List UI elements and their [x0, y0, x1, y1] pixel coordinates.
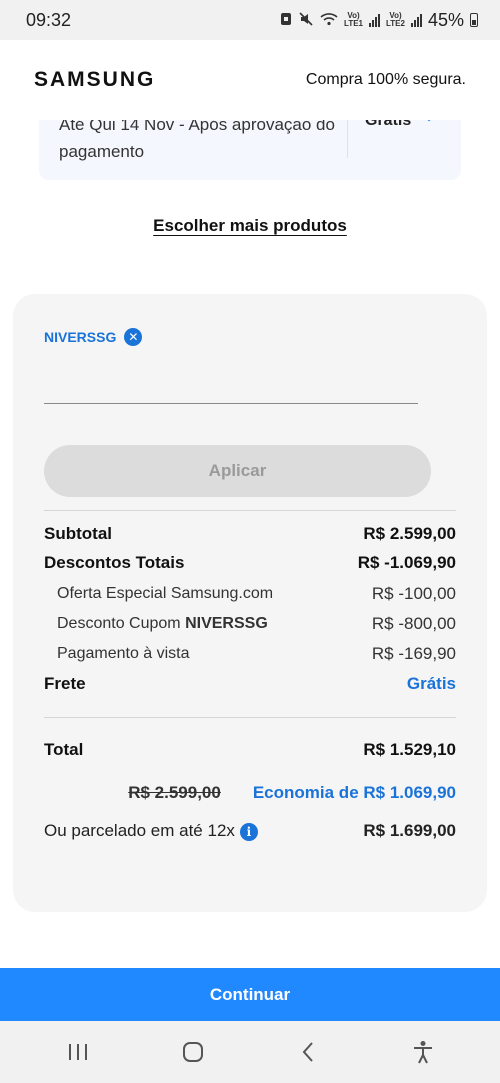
coupon-discount-label: Desconto Cupom NIVERSSG — [44, 615, 268, 633]
mute-icon — [298, 11, 314, 30]
accessibility-icon[interactable] — [403, 1032, 443, 1072]
volte-lte2-icon: Vo) LTE2 — [386, 12, 405, 28]
installments-label-wrap: Ou parcelado em até 12x i — [44, 821, 258, 841]
offer-label: Oferta Especial Samsung.com — [57, 585, 274, 602]
volte-lte1-icon: Vo) LTE1 — [344, 12, 363, 28]
total-discounts-row: Descontos Totais R$ -1.069,90 — [44, 553, 456, 573]
subtotal-label: Subtotal — [44, 524, 112, 543]
back-icon[interactable] — [288, 1032, 328, 1072]
savings-amount: Economia de R$ 1.069,90 — [252, 783, 456, 802]
secure-purchase-label: Compra 100% segura. — [305, 71, 466, 88]
installments-row: Ou parcelado em até 12x i R$ 1.699,00 — [44, 821, 456, 841]
status-icons: Vo) LTE1 Vo) LTE2 45% — [280, 10, 478, 31]
continue-button[interactable]: Continuar — [0, 968, 500, 1021]
cash-payment-row: Pagamento à vista R$ -169,90 — [44, 644, 456, 664]
system-nav-bar — [0, 1021, 500, 1083]
total-label: Total — [44, 740, 84, 759]
coupon-discount-code: NIVERSSG — [185, 615, 268, 632]
divider — [44, 717, 456, 718]
info-icon[interactable]: i — [239, 822, 258, 841]
shipping-value: Grátis — [406, 674, 456, 693]
total-discounts-value: R$ -1.069,90 — [357, 553, 456, 572]
recent-apps-icon[interactable] — [58, 1032, 98, 1072]
samsung-logo[interactable]: SAMSUNG — [34, 68, 155, 92]
total-value: R$ 1.529,10 — [363, 740, 456, 759]
order-summary-panel: NIVERSSG ✕ Aplicar Subtotal R$ 2.599,00 … — [13, 294, 487, 912]
coupon-discount-value: R$ -800,00 — [371, 614, 456, 633]
status-bar: 09:32 Vo) LTE1 Vo) LTE2 45% — [0, 0, 500, 40]
apply-coupon-button[interactable]: Aplicar — [44, 445, 431, 497]
wifi-icon — [320, 12, 338, 29]
home-icon[interactable] — [173, 1032, 213, 1072]
offer-row: Oferta Especial Samsung.com R$ -100,00 — [44, 584, 456, 604]
coupon-input[interactable] — [44, 403, 418, 404]
installments-label: Ou parcelado em até 12x — [44, 821, 235, 840]
choose-more-products-link[interactable]: Escolher mais produtos — [0, 216, 500, 236]
coupon-discount-row: Desconto Cupom NIVERSSG R$ -800,00 — [44, 614, 456, 634]
status-time: 09:32 — [26, 9, 72, 30]
original-price: R$ 2.599,00 — [128, 783, 221, 802]
installments-value: R$ 1.699,00 — [363, 821, 456, 840]
subtotal-value: R$ 2.599,00 — [363, 524, 456, 543]
shipping-row: Frete Grátis — [44, 674, 456, 694]
battery-icon — [470, 13, 478, 27]
applied-coupon-chip: NIVERSSG ✕ — [44, 328, 143, 346]
signal-icon — [369, 13, 380, 27]
divider — [44, 510, 456, 511]
page-header: SAMSUNG Compra 100% segura. — [0, 40, 500, 120]
offer-value: R$ -100,00 — [371, 584, 456, 603]
total-row: Total R$ 1.529,10 — [44, 740, 456, 760]
lte2-label: LTE2 — [386, 19, 405, 28]
signal-icon — [410, 13, 422, 27]
coupon-code: NIVERSSG — [44, 329, 117, 345]
cash-payment-value: R$ -169,90 — [371, 644, 456, 663]
coupon-discount-text: Desconto Cupom — [57, 615, 181, 632]
shipping-label: Frete — [44, 674, 86, 693]
total-discounts-label: Descontos Totais — [44, 553, 185, 572]
lte1-label: LTE1 — [344, 19, 363, 28]
notification-icon — [280, 12, 292, 29]
battery-percent: 45% — [427, 9, 464, 30]
cash-payment-label: Pagamento à vista — [57, 645, 190, 662]
savings-row: R$ 2.599,00 Economia de R$ 1.069,90 — [44, 783, 456, 803]
close-icon[interactable]: ✕ — [124, 328, 143, 346]
subtotal-row: Subtotal R$ 2.599,00 — [44, 524, 456, 544]
